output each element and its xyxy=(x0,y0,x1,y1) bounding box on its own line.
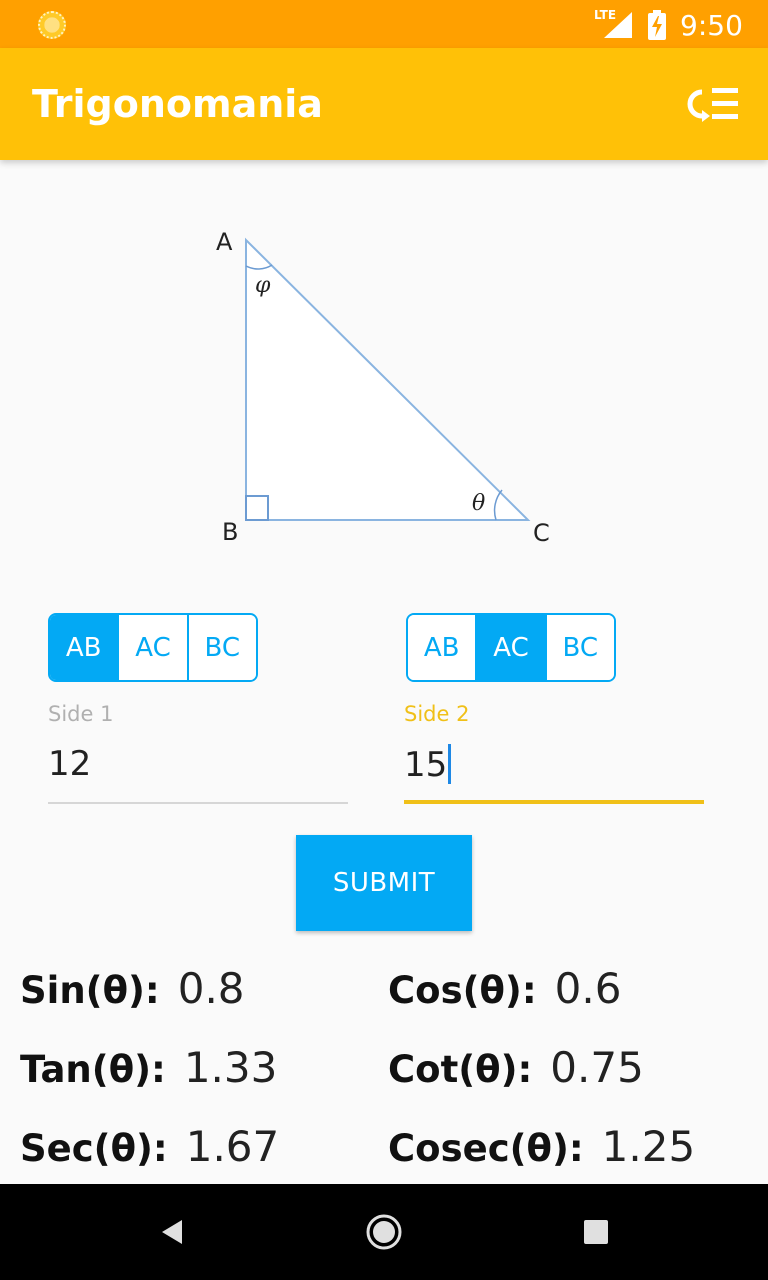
triangle-shape xyxy=(245,237,531,521)
result-cos: Cos(θ): 0.6 xyxy=(388,964,621,1013)
app-title: Trigonomania xyxy=(32,82,323,126)
result-sin: Sin(θ): 0.8 xyxy=(20,964,245,1013)
angle-phi-label: φ xyxy=(255,273,271,298)
side1-option-ac[interactable]: AC xyxy=(119,615,189,680)
vertex-c-label: C xyxy=(533,519,550,547)
side2-option-ab[interactable]: AB xyxy=(408,615,478,680)
sec-value: 1.67 xyxy=(185,1122,280,1171)
side2-value: 15 xyxy=(404,745,448,785)
submit-button[interactable]: SUBMIT xyxy=(296,835,472,931)
tan-value: 1.33 xyxy=(183,1043,278,1092)
side1-option-ab[interactable]: AB xyxy=(50,615,120,680)
result-sec: Sec(θ): 1.67 xyxy=(20,1122,279,1171)
settings-list-icon xyxy=(687,88,738,122)
signal-icon xyxy=(604,12,632,38)
side1-option-bc[interactable]: BC xyxy=(188,615,256,680)
settings-menu-button[interactable] xyxy=(680,84,744,124)
sin-value: 0.8 xyxy=(177,964,245,1013)
vertex-a-label: A xyxy=(216,228,233,256)
triangle-diagram: A B C φ θ xyxy=(216,228,550,547)
tan-label: Tan(θ): xyxy=(20,1048,166,1091)
recents-icon[interactable] xyxy=(574,1210,618,1254)
side2-option-bc[interactable]: BC xyxy=(546,615,614,680)
side2-selector: AB AC BC xyxy=(406,613,616,682)
home-icon[interactable] xyxy=(362,1210,406,1254)
text-cursor xyxy=(448,744,452,784)
side1-value: 12 xyxy=(48,744,92,784)
side1-label: Side 1 xyxy=(48,702,114,726)
battery-charging-icon xyxy=(648,10,666,40)
result-cot: Cot(θ): 0.75 xyxy=(388,1043,644,1092)
side2-option-ac[interactable]: AC xyxy=(477,615,547,680)
result-cosec: Cosec(θ): 1.25 xyxy=(388,1122,695,1171)
side2-input[interactable]: 15 xyxy=(404,738,704,804)
sin-label: Sin(θ): xyxy=(20,969,160,1012)
side2-label: Side 2 xyxy=(404,702,470,726)
status-bar: LTE 9:50 xyxy=(0,0,768,48)
navigation-bar xyxy=(0,1184,768,1280)
result-tan: Tan(θ): 1.33 xyxy=(20,1043,277,1092)
cosec-label: Cosec(θ): xyxy=(388,1127,584,1170)
back-icon[interactable] xyxy=(150,1210,194,1254)
cos-label: Cos(θ): xyxy=(388,969,537,1012)
clock: 9:50 xyxy=(680,9,743,42)
cot-value: 0.75 xyxy=(550,1043,644,1092)
side1-input[interactable]: 12 xyxy=(48,738,348,804)
app-bar: Trigonomania xyxy=(0,48,768,160)
side1-selector: AB AC BC xyxy=(48,613,258,682)
angle-theta-label: θ xyxy=(472,491,485,516)
cos-value: 0.6 xyxy=(554,964,622,1013)
cot-label: Cot(θ): xyxy=(388,1048,533,1091)
notification-sun-icon xyxy=(38,11,66,39)
cosec-value: 1.25 xyxy=(601,1122,696,1171)
vertex-b-label: B xyxy=(222,518,238,546)
sec-label: Sec(θ): xyxy=(20,1127,168,1170)
